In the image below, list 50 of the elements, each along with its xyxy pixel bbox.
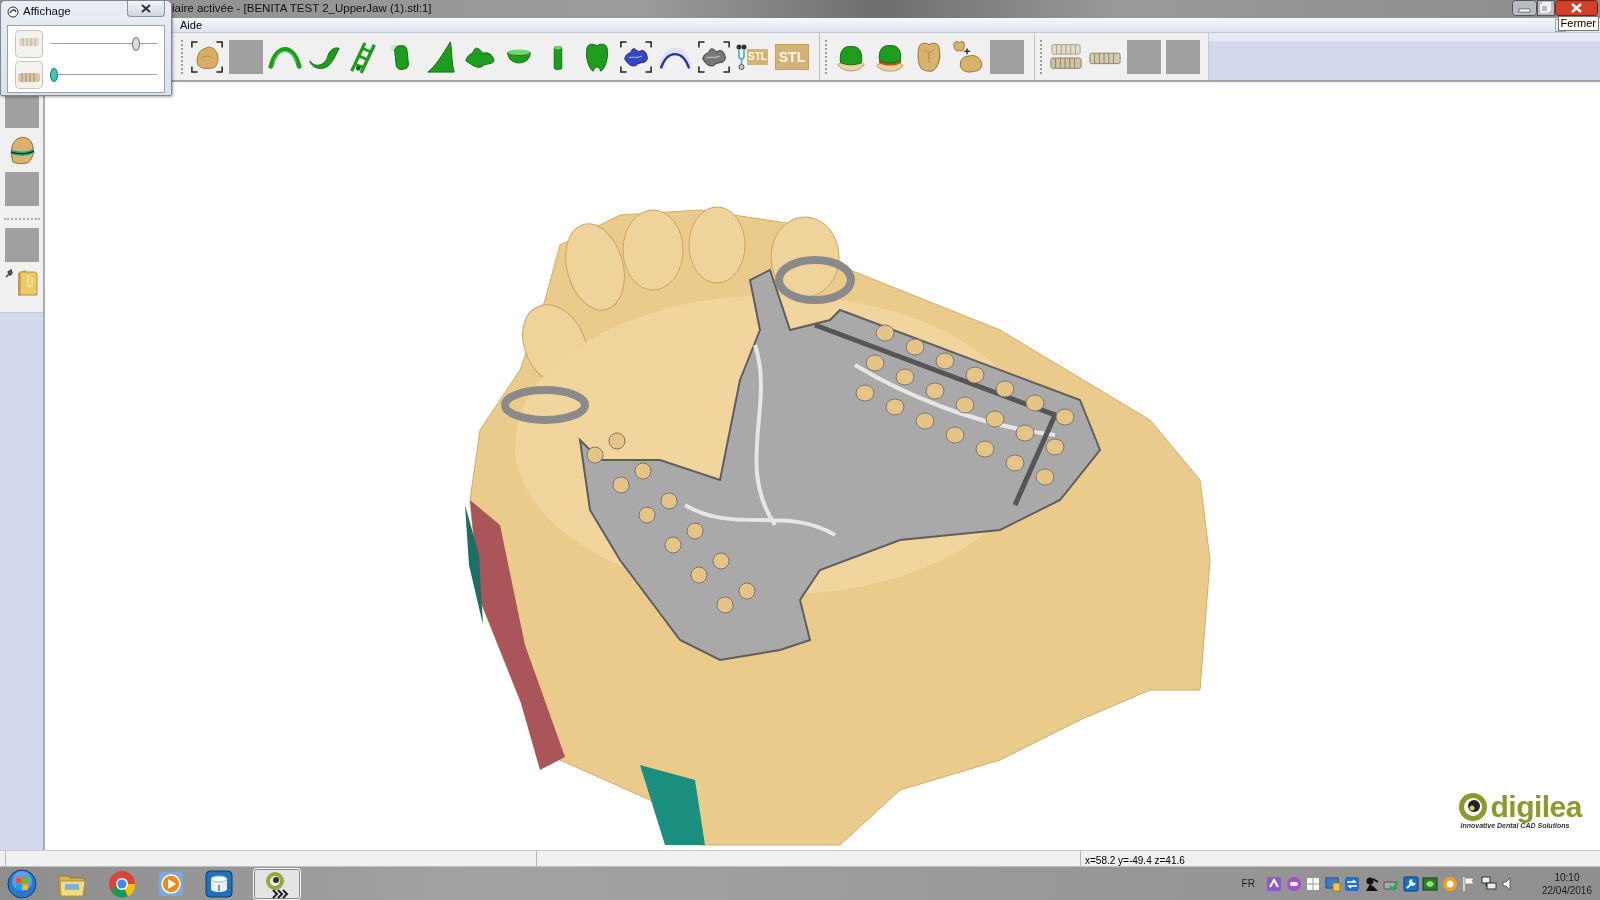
restore-icon[interactable] bbox=[1537, 0, 1555, 17]
empty-tile-icon[interactable] bbox=[990, 39, 1024, 74]
chip-icon[interactable] bbox=[1422, 875, 1439, 892]
pin-icon[interactable] bbox=[4, 269, 13, 278]
monitor-icon[interactable] bbox=[1324, 875, 1341, 892]
empty-tile-icon[interactable] bbox=[4, 172, 39, 206]
scan-in-frame-icon[interactable] bbox=[619, 39, 653, 74]
app-icon bbox=[7, 6, 19, 18]
panel-title: Affichage bbox=[23, 4, 71, 20]
clock-date[interactable]: 22/04/2016 bbox=[1541, 883, 1592, 897]
fin-icon[interactable] bbox=[424, 39, 458, 74]
logo-text: digilea bbox=[1490, 792, 1582, 822]
empty-tile-icon[interactable] bbox=[229, 39, 263, 74]
menu-item[interactable]: Aide bbox=[178, 18, 205, 32]
slider-track[interactable] bbox=[51, 36, 157, 51]
jaw-in-frame-icon[interactable] bbox=[190, 39, 224, 74]
crown-icon[interactable] bbox=[8, 135, 35, 165]
lower-teeth-icon[interactable] bbox=[15, 60, 43, 89]
minimize-icon[interactable] bbox=[1512, 0, 1537, 17]
browser-icon[interactable] bbox=[107, 868, 137, 899]
language-indicator[interactable]: FR bbox=[1241, 876, 1255, 891]
close-icon[interactable] bbox=[1555, 0, 1598, 17]
stethoscope-icon bbox=[736, 43, 747, 70]
empty-tile-icon[interactable] bbox=[4, 94, 39, 128]
start-icon[interactable] bbox=[7, 868, 37, 899]
close-icon bbox=[141, 4, 151, 13]
cylinder-app-icon[interactable] bbox=[205, 868, 233, 899]
arrows-icon[interactable] bbox=[1344, 875, 1361, 892]
empty-tile-icon[interactable] bbox=[1166, 39, 1200, 74]
tooth-plus-jaw-icon[interactable] bbox=[951, 39, 985, 74]
tooltip: Fermer bbox=[1557, 16, 1599, 31]
slider-track[interactable] bbox=[51, 67, 157, 82]
window-grid-icon[interactable] bbox=[1305, 875, 1322, 892]
ring-icon[interactable] bbox=[1441, 875, 1458, 892]
logo-app-icon[interactable] bbox=[253, 867, 301, 900]
wrench-icon[interactable] bbox=[1402, 875, 1419, 892]
tray-app-icon[interactable] bbox=[1266, 875, 1283, 892]
figure-icon[interactable] bbox=[1363, 875, 1380, 892]
coordinates-text: x=58.2 y=-49.4 z=41.6 bbox=[1084, 855, 1185, 866]
close-button[interactable] bbox=[127, 1, 165, 17]
window-title: iaire activée - [BENITA TEST 2_UpperJaw (1).stl:1] bbox=[172, 1, 432, 16]
logo-icon bbox=[1458, 792, 1489, 822]
empty-tile-icon[interactable] bbox=[1127, 39, 1161, 74]
empty-tile-icon[interactable] bbox=[4, 228, 39, 262]
disc-icon[interactable] bbox=[1285, 875, 1302, 892]
clock-time[interactable]: 10:10 bbox=[1554, 870, 1580, 884]
network-icon[interactable] bbox=[1480, 875, 1497, 892]
slider-thumb[interactable] bbox=[50, 67, 59, 82]
slider-thumb[interactable] bbox=[131, 36, 140, 51]
scan-in-frame-icon[interactable] bbox=[697, 39, 731, 74]
